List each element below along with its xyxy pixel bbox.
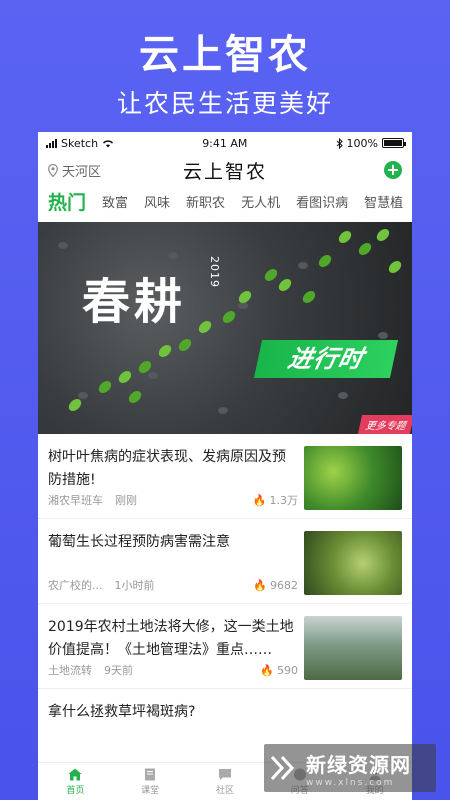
tabbar-label: 社区 (215, 785, 234, 796)
fire-icon: 🔥 (253, 578, 267, 592)
article-source: 农广校的... (48, 579, 103, 592)
location-label: 天河区 (62, 164, 102, 180)
article-source: 湘农早班车 (48, 494, 103, 507)
banner-special-link[interactable]: 更多专题 (357, 415, 412, 434)
banner-headline: 春耕 (82, 274, 187, 330)
wifi-icon (103, 139, 114, 147)
bluetooth-icon (336, 137, 343, 149)
article-title: 树叶叶焦病的症状表现、发病原因及预防措施! (48, 449, 286, 488)
tabbar-community[interactable]: 社区 (200, 768, 250, 796)
article-time: 刚刚 (115, 494, 137, 507)
home-icon (68, 768, 82, 780)
article-source: 土地流转 (48, 664, 92, 677)
tab-hot[interactable]: 热门 (48, 188, 86, 215)
add-button[interactable]: + (312, 161, 402, 179)
tab-image-diagnosis[interactable]: 看图识病 (296, 192, 348, 211)
article-thumbnail (304, 531, 402, 595)
location-pin-icon (48, 163, 58, 177)
article-title: 2019年农村土地法将大修，这一类土地价值提高！《土地管理法》重点…… (48, 619, 294, 658)
app-header: 天河区 云上智农 + (38, 154, 412, 186)
promo-title: 云上智农 (139, 32, 311, 78)
battery-percent: 100% (346, 136, 378, 150)
watermark-text: 新绿资源网 (306, 752, 411, 777)
banner-tag: 进行时 (253, 340, 399, 378)
category-tabs: 热门 致富 风味 新职农 无人机 看图识病 智慧植 (38, 186, 412, 216)
tab-wealth[interactable]: 致富 (102, 192, 128, 211)
status-bar: Sketch 9:41 AM 100% (38, 132, 412, 154)
article-time: 1小时前 (114, 579, 155, 592)
watermark-logo-icon (270, 755, 295, 781)
carrier-label: Sketch (61, 136, 99, 150)
tabbar-label: 课堂 (141, 785, 160, 796)
article-item[interactable]: 拿什么拯救草坪褐斑病? (38, 689, 412, 735)
signal-icon (46, 138, 57, 148)
article-thumbnail (304, 446, 402, 510)
fire-icon: 🔥 (260, 663, 274, 677)
app-title: 云上智农 (182, 160, 267, 183)
chat-icon (218, 768, 231, 780)
banner[interactable]: 春耕 2019 进行时 更多专题 (38, 222, 412, 434)
article-thumbnail (304, 616, 402, 680)
watermark-url: www.xlns.com (306, 777, 395, 788)
banner-year: 2019 (208, 256, 221, 288)
promo-subtitle: 让农民生活更美好 (116, 89, 333, 118)
tabbar-classroom[interactable]: 课堂 (125, 768, 175, 796)
book-icon (145, 768, 156, 780)
article-title: 拿什么拯救草坪褐斑病? (48, 704, 196, 720)
article-views: 590 (277, 663, 298, 677)
battery-icon (381, 138, 406, 148)
fire-icon: 🔥 (252, 493, 267, 507)
status-time: 9:41 AM (202, 136, 248, 150)
phone-screen: Sketch 9:41 AM 100% 天河区 云上智农 + 热门 致富 风味 … (38, 132, 412, 800)
article-item[interactable]: 2019年农村土地法将大修，这一类土地价值提高！《土地管理法》重点…… 土地流转… (38, 604, 412, 689)
article-time: 9天前 (104, 664, 133, 677)
watermark: 新绿资源网 www.xlns.com (264, 744, 436, 792)
article-views: 9682 (270, 578, 298, 592)
tab-drone[interactable]: 无人机 (241, 192, 280, 211)
article-views: 1.3万 (269, 494, 299, 507)
plus-circle-icon: + (383, 161, 402, 179)
tab-smart-planting[interactable]: 智慧植 (364, 192, 403, 211)
article-item[interactable]: 树叶叶焦病的症状表现、发病原因及预防措施! 湘农早班车 刚刚 🔥 1.3万 (38, 434, 412, 519)
article-item[interactable]: 葡萄生长过程预防病害需注意 农广校的... 1小时前 🔥 9682 (38, 519, 412, 604)
location-selector[interactable]: 天河区 (48, 161, 138, 180)
tab-flavor[interactable]: 风味 (144, 192, 170, 211)
tabbar-label: 首页 (66, 785, 85, 796)
tab-new-farmer[interactable]: 新职农 (186, 192, 225, 211)
article-title: 葡萄生长过程预防病害需注意 (48, 534, 230, 550)
tabbar-home[interactable]: 首页 (50, 768, 100, 796)
